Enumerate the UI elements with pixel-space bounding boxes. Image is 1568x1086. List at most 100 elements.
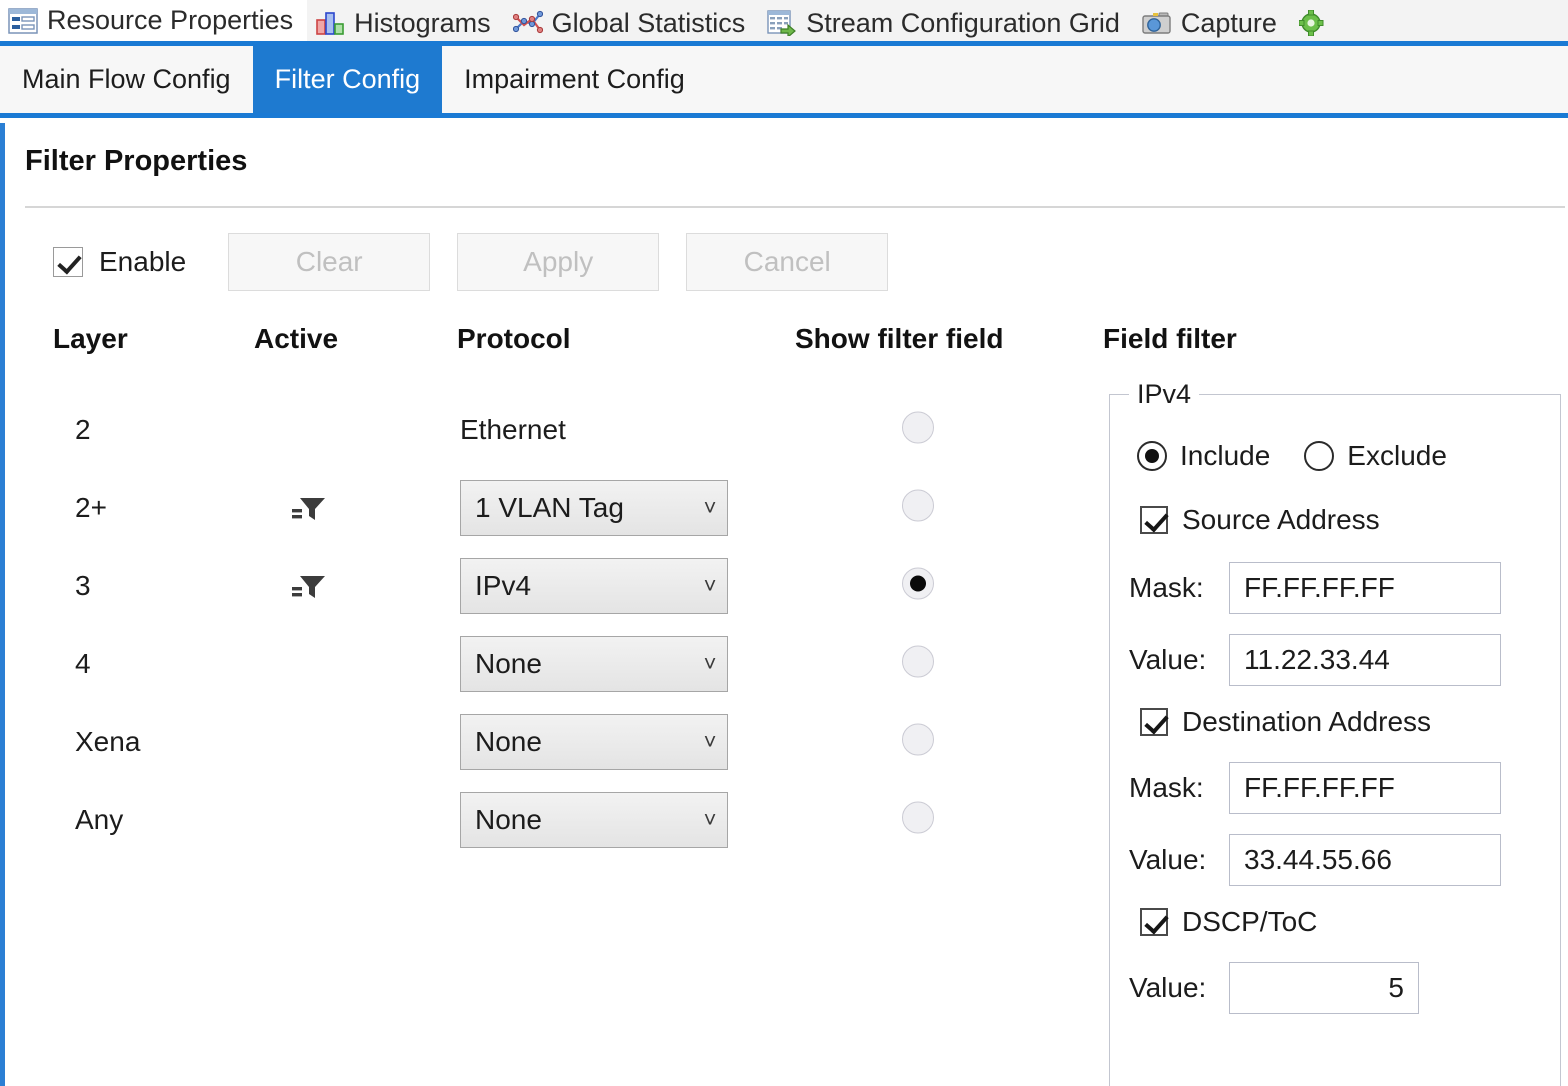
source-mask-input[interactable]: FF.FF.FF.FF [1229, 562, 1501, 614]
source-address-checkbox[interactable] [1140, 506, 1168, 534]
chevron-down-icon: ˅ [703, 495, 717, 520]
cancel-button[interactable]: Cancel [686, 233, 889, 291]
protocol-dropdown-value: IPv4 [475, 570, 532, 601]
apply-button[interactable]: Apply [457, 233, 660, 291]
destination-mask-label: Mask: [1129, 772, 1204, 803]
grid-export-icon [767, 10, 797, 39]
source-address-checkbox-row: Source Address [1140, 504, 1380, 536]
protocol-dropdown-value: None [475, 726, 542, 757]
protocol-dropdown[interactable]: None ˅ [460, 714, 728, 770]
layer-label: Xena [75, 726, 141, 757]
camera-icon [1142, 10, 1172, 36]
tab-overflow[interactable] [1291, 0, 1352, 46]
table-row: Xena None ˅ [5, 703, 1075, 781]
table-row: Any None ˅ [5, 781, 1075, 859]
include-radio[interactable] [1137, 441, 1167, 471]
properties-icon [8, 7, 38, 34]
title-divider [25, 206, 1565, 208]
green-gear-icon [1298, 9, 1329, 37]
tab-label: Global Statistics [551, 7, 746, 38]
protocol-dropdown[interactable]: None ˅ [460, 792, 728, 848]
show-filter-field-radio[interactable] [902, 567, 934, 605]
tab-resource-properties[interactable]: Resource Properties [0, 0, 308, 46]
show-filter-field-radio[interactable] [902, 489, 934, 527]
source-value-label: Value: [1129, 644, 1207, 675]
include-exclude-radio-group: Include Exclude [1137, 440, 1447, 472]
view-tab-strip: Resource Properties Histograms Global St… [0, 0, 1568, 46]
table-row: 3 IPv4 ˅ [5, 547, 1075, 625]
tab-label: Capture [1180, 7, 1277, 38]
filter-config-panel: Filter Properties Enable Clear Apply Can… [0, 123, 1568, 1086]
scatter-chart-icon [512, 10, 543, 36]
tab-label: Resource Properties [47, 5, 294, 35]
sub-tab-strip: Main Flow Config Filter Config Impairmen… [0, 46, 1568, 118]
tab-global-statistics[interactable]: Global Statistics [505, 0, 760, 46]
source-address-value-row: Value: 11.22.33.44 [1129, 634, 1501, 686]
page-title: Filter Properties [25, 145, 248, 177]
subtab-main-flow-config[interactable]: Main Flow Config [0, 46, 253, 113]
subtab-impairment-config[interactable]: Impairment Config [442, 46, 707, 113]
column-header-protocol: Protocol [457, 323, 571, 354]
column-header-active: Active [254, 323, 339, 354]
app-window: Resource Properties Histograms Global St… [0, 0, 1568, 1086]
exclude-label: Exclude [1347, 440, 1447, 471]
show-filter-field-radio[interactable] [902, 411, 934, 449]
subtab-filter-config[interactable]: Filter Config [252, 46, 443, 113]
destination-mask-input[interactable]: FF.FF.FF.FF [1229, 762, 1501, 814]
column-header-field-filter: Field filter [1103, 323, 1237, 354]
protocol-dropdown-value: 1 VLAN Tag [475, 492, 624, 523]
chevron-down-icon: ˅ [703, 573, 717, 598]
protocol-dropdown[interactable]: IPv4 ˅ [460, 558, 728, 614]
destination-value-label: Value: [1129, 844, 1207, 875]
destination-value-input[interactable]: 33.44.55.66 [1229, 834, 1501, 886]
dscp-checkbox-row: DSCP/ToC [1140, 906, 1317, 938]
layer-label: Any [75, 804, 124, 835]
protocol-dropdown[interactable]: 1 VLAN Tag ˅ [460, 480, 728, 536]
layer-label: 2 [75, 414, 91, 445]
table-row: 2+ 1 VLAN Tag ˅ [5, 469, 1075, 547]
table-row: 4 None ˅ [5, 625, 1075, 703]
chevron-down-icon: ˅ [703, 729, 717, 754]
dscp-value-label: Value: [1129, 972, 1207, 1003]
filter-toolbar: Enable Clear Apply Cancel [53, 233, 915, 291]
filter-funnel-icon[interactable] [292, 571, 326, 601]
show-filter-field-radio[interactable] [902, 723, 934, 761]
field-filter-groupbox-legend: IPv4 [1129, 379, 1200, 410]
tab-histograms[interactable]: Histograms [307, 0, 505, 46]
tab-stream-configuration-grid[interactable]: Stream Configuration Grid [759, 0, 1134, 46]
column-header-show-filter-field: Show filter field [795, 323, 1004, 354]
show-filter-field-radio[interactable] [902, 645, 934, 683]
tab-label: Stream Configuration Grid [806, 7, 1120, 38]
histogram-icon [315, 10, 345, 36]
dscp-value-input[interactable]: 5 [1229, 962, 1419, 1014]
protocol-dropdown-value: None [475, 648, 542, 679]
filter-funnel-icon[interactable] [292, 493, 326, 523]
protocol-dropdown-value: None [475, 804, 542, 835]
clear-button[interactable]: Clear [228, 233, 431, 291]
show-filter-field-radio[interactable] [902, 801, 934, 839]
destination-address-checkbox-row: Destination Address [1140, 706, 1431, 738]
destination-address-mask-row: Mask: FF.FF.FF.FF [1129, 762, 1501, 814]
destination-address-label: Destination Address [1182, 706, 1432, 737]
protocol-dropdown[interactable]: None ˅ [460, 636, 728, 692]
column-header-layer: Layer [53, 323, 128, 354]
source-value-input[interactable]: 11.22.33.44 [1229, 634, 1501, 686]
protocol-label: Ethernet [460, 414, 566, 445]
destination-address-value-row: Value: 33.44.55.66 [1129, 834, 1501, 886]
destination-address-checkbox[interactable] [1140, 708, 1168, 736]
source-address-mask-row: Mask: FF.FF.FF.FF [1129, 562, 1501, 614]
enable-label: Enable [99, 246, 187, 277]
tab-capture[interactable]: Capture [1134, 0, 1291, 46]
exclude-radio[interactable] [1304, 441, 1335, 471]
layer-label: 2+ [75, 492, 107, 523]
tab-label: Histograms [354, 7, 491, 38]
layer-label: 4 [75, 648, 91, 679]
table-row: 2 Ethernet [5, 391, 1075, 469]
enable-checkbox[interactable] [53, 247, 83, 277]
dscp-value-row: Value: 5 [1129, 962, 1419, 1014]
include-label: Include [1180, 440, 1271, 471]
dscp-checkbox[interactable] [1140, 908, 1168, 936]
source-mask-label: Mask: [1129, 572, 1204, 603]
dscp-label: DSCP/ToC [1182, 906, 1318, 937]
layer-label: 3 [75, 570, 91, 601]
